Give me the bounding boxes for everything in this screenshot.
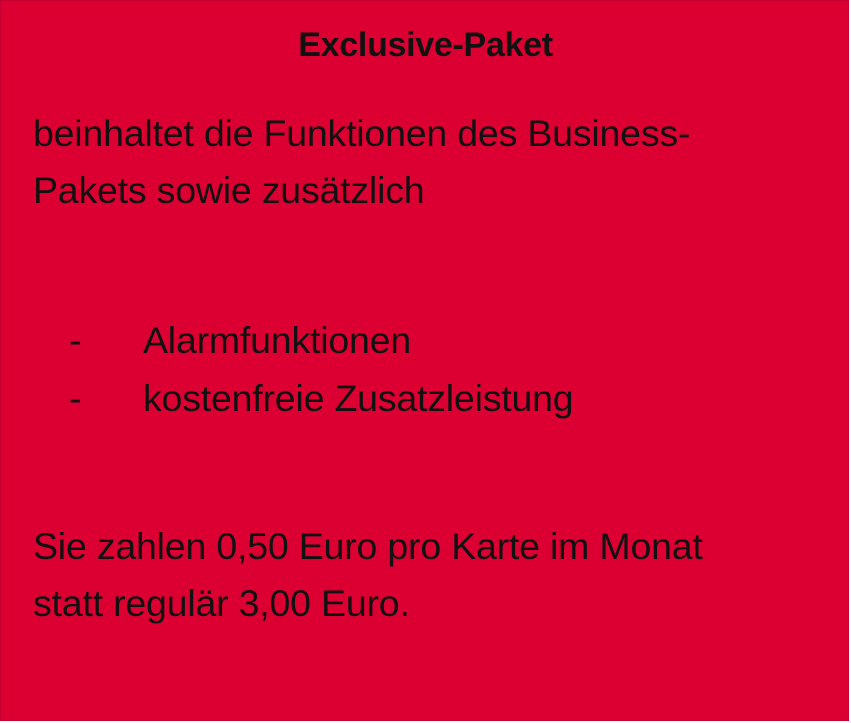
intro-line: beinhaltet die Funktionen des Business- [33,112,691,154]
feature-label: Alarmfunktionen [143,319,411,361]
price-note: Sie zahlen 0,50 Euro pro Karte im Monat … [33,518,833,632]
feature-list: - Alarmfunktionen - kostenfreie Zusatzle… [1,311,850,427]
bullet-dash: - [69,319,82,361]
price-line: statt regulär 3,00 Euro. [33,582,410,624]
package-intro: beinhaltet die Funktionen des Business- … [33,105,823,219]
feature-item-alarm: - Alarmfunktionen [1,311,850,369]
feature-label: kostenfreie Zusatzleistung [143,377,574,419]
intro-line: Pakets sowie zusätzlich [33,169,425,211]
exclusive-package-card: Exclusive-Paket beinhaltet die Funktione… [0,0,849,721]
price-line: Sie zahlen 0,50 Euro pro Karte im Monat [33,525,703,567]
feature-item-extra-service: - kostenfreie Zusatzleistung [1,369,850,427]
bullet-dash: - [69,377,82,419]
package-title: Exclusive-Paket [298,26,553,64]
